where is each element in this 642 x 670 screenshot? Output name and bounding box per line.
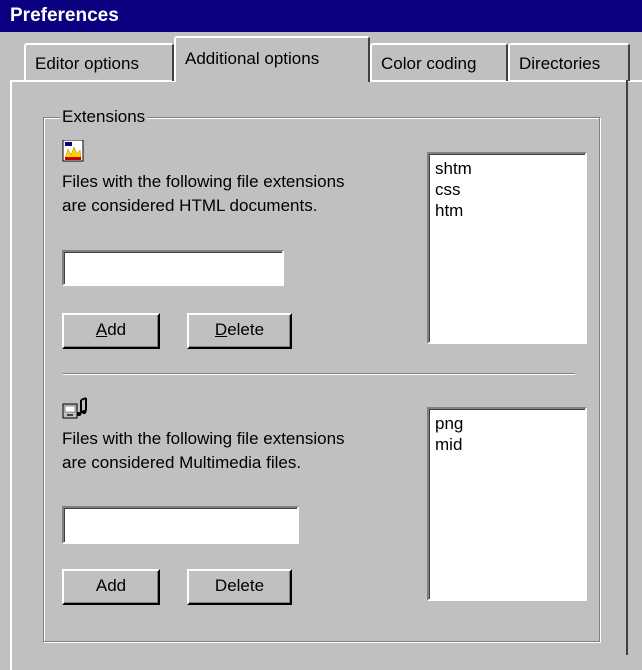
html-extension-input[interactable]: [62, 250, 284, 286]
multimedia-add-button[interactable]: Add: [62, 569, 160, 605]
html-add-label: dd: [107, 320, 127, 339]
tab-additional-options[interactable]: Additional options: [174, 36, 370, 82]
html-description-line2: are considered HTML documents.: [62, 196, 318, 215]
multimedia-icon: [62, 397, 87, 419]
tab-color-coding[interactable]: Color coding: [370, 43, 508, 81]
html-description-line1: Files with the following file extensions: [62, 172, 345, 191]
html-add-mnemonic: A: [95, 320, 108, 339]
list-item[interactable]: htm: [435, 200, 579, 221]
panel-edge: [626, 80, 628, 655]
extensions-group-legend: Extensions: [60, 107, 148, 127]
html-add-button[interactable]: Add: [62, 313, 160, 349]
list-item[interactable]: mid: [435, 434, 579, 455]
tab-editor-options[interactable]: Editor options: [24, 43, 174, 81]
window-title: Preferences: [0, 0, 642, 32]
multimedia-extension-input[interactable]: [62, 506, 299, 544]
html-extensions-list[interactable]: shtm css htm: [427, 152, 587, 344]
multimedia-description-line2: are considered Multimedia files.: [62, 453, 302, 472]
list-item[interactable]: png: [435, 413, 579, 434]
list-item[interactable]: css: [435, 179, 579, 200]
multimedia-delete-button[interactable]: Delete: [187, 569, 292, 605]
multimedia-extensions-list[interactable]: png mid: [427, 407, 587, 601]
section-divider: [63, 373, 575, 375]
multimedia-description-line1: Files with the following file extensions: [62, 429, 345, 448]
html-delete-label: elete: [227, 320, 265, 339]
html-document-icon: [62, 140, 84, 162]
list-item[interactable]: shtm: [435, 158, 579, 179]
html-delete-mnemonic: D: [214, 320, 228, 339]
tab-directories[interactable]: Directories: [508, 43, 630, 81]
html-delete-button[interactable]: Delete: [187, 313, 292, 349]
